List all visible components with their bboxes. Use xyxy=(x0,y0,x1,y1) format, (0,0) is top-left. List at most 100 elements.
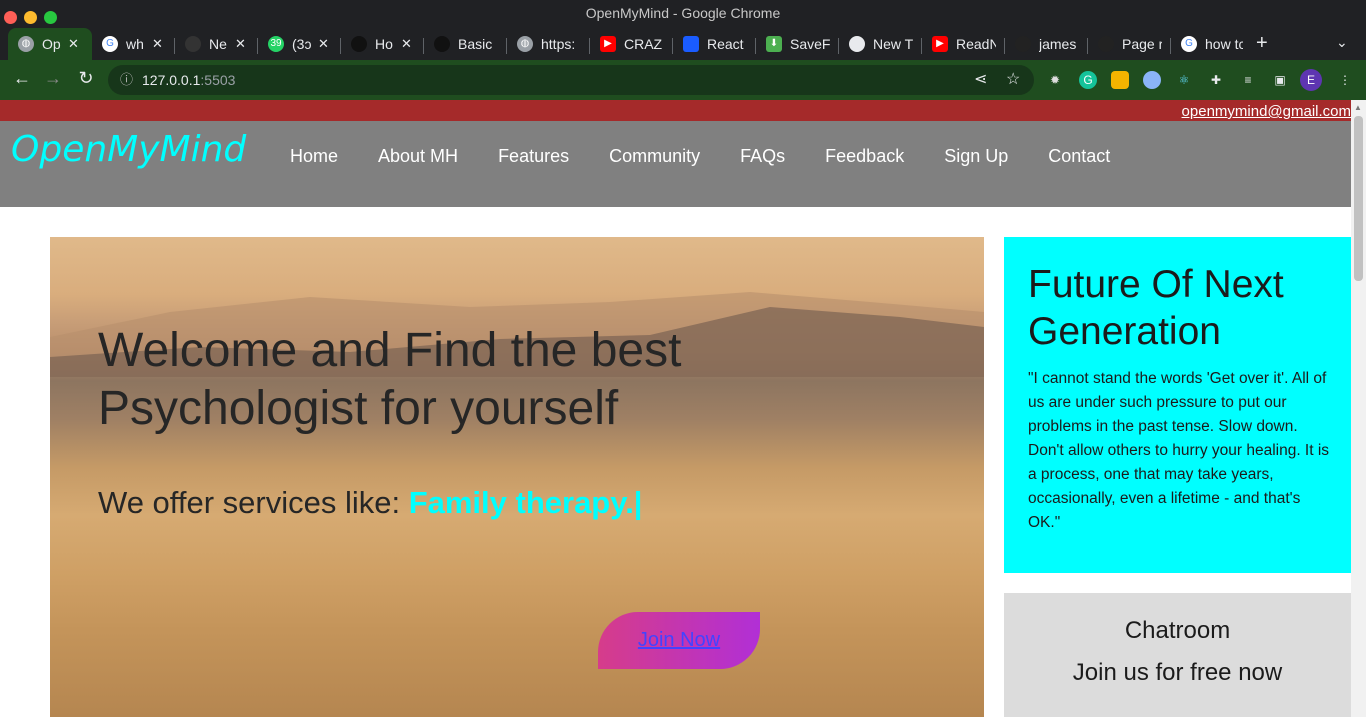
url-host: 127.0.0.1 xyxy=(142,72,201,88)
tab-openmymind[interactable]: ◍ Op ✕ xyxy=(8,28,92,60)
close-window-button[interactable] xyxy=(4,11,17,24)
browser-toolbar: ← → ↻ ⓘ 127.0.0.1:5503 ⋖ ☆ ✹ G ⚛ ✚ ≡ ▣ E… xyxy=(0,60,1366,100)
grammarly-icon[interactable]: G xyxy=(1079,71,1097,89)
close-icon[interactable]: ✕ xyxy=(235,36,246,52)
hero-heading: Welcome and Find the best Psychologist f… xyxy=(98,324,682,435)
services-typed-text: Family therapy.| xyxy=(408,485,643,520)
tab-item[interactable]: ◍ https: xyxy=(507,28,589,60)
chatroom-subtitle: Join us for free now xyxy=(1072,659,1283,686)
tab-label: SaveF xyxy=(790,36,830,52)
globe-icon: ◍ xyxy=(517,36,533,52)
tab-item[interactable]: Page r xyxy=(1088,28,1170,60)
download-icon: ⬇ xyxy=(766,36,782,52)
maximize-window-button[interactable] xyxy=(44,11,57,24)
email-link[interactable]: openmymind@gmail.com xyxy=(1182,103,1351,120)
extension-icon[interactable] xyxy=(1143,71,1161,89)
close-icon[interactable]: ✕ xyxy=(68,36,79,52)
tab-label: https: xyxy=(541,36,576,52)
info-icon[interactable]: ⓘ xyxy=(120,65,133,95)
nav-feedback[interactable]: Feedback xyxy=(825,146,904,167)
hero-banner: Welcome and Find the best Psychologist f… xyxy=(50,237,984,717)
side-panel-icon[interactable]: ▣ xyxy=(1271,71,1289,89)
new-tab-button[interactable]: + xyxy=(1256,32,1268,55)
site-icon xyxy=(683,36,699,52)
tab-label: Ho xyxy=(375,36,393,52)
tab-item[interactable]: james xyxy=(1005,28,1087,60)
hero-services: We offer services like: Family therapy.| xyxy=(98,485,642,521)
tab-label: ReadN xyxy=(956,36,996,52)
tab-item[interactable]: ▶ ReadN xyxy=(922,28,1004,60)
join-now-button[interactable]: Join Now xyxy=(598,612,760,669)
nav-community[interactable]: Community xyxy=(609,146,700,167)
join-now-link[interactable]: Join Now xyxy=(638,629,720,651)
close-icon[interactable]: ✕ xyxy=(401,36,412,52)
tab-item[interactable]: Basic xyxy=(424,28,506,60)
nav-home[interactable]: Home xyxy=(290,146,338,167)
share-icon[interactable]: ⋖ xyxy=(974,65,987,95)
back-icon[interactable]: ← xyxy=(10,68,34,89)
main-nav: Home About MH Features Community FAQs Fe… xyxy=(270,146,1130,167)
tab-item[interactable]: New T xyxy=(839,28,921,60)
chatroom-card[interactable]: Chatroom Join us for free now xyxy=(1004,593,1351,717)
tab-item[interactable]: ⬇ SaveF xyxy=(756,28,838,60)
github-icon xyxy=(1098,36,1114,52)
scroll-up-icon[interactable]: ▲ xyxy=(1354,103,1362,112)
globe-icon: ◍ xyxy=(18,36,34,52)
github-icon xyxy=(1015,36,1031,52)
nav-faqs[interactable]: FAQs xyxy=(740,146,785,167)
star-icon[interactable]: ☆ xyxy=(1006,65,1020,95)
window-titlebar: OpenMyMind - Google Chrome xyxy=(0,0,1366,26)
github-icon xyxy=(434,36,450,52)
avatar[interactable]: E xyxy=(1300,69,1322,91)
chatroom-title: Chatroom xyxy=(1124,617,1231,644)
tab-item[interactable]: Ne ✕ xyxy=(175,28,257,60)
future-title: Future Of Next Generation xyxy=(1028,263,1284,353)
minimize-window-button[interactable] xyxy=(24,11,37,24)
site-logo[interactable]: OpenMyMind xyxy=(11,129,246,170)
settings-extension-icon[interactable]: ✹ xyxy=(1046,71,1064,89)
forward-icon[interactable]: → xyxy=(41,68,65,89)
chevron-down-icon[interactable]: ⌄ xyxy=(1336,34,1348,51)
nav-features[interactable]: Features xyxy=(498,146,569,167)
tab-item[interactable]: React xyxy=(673,28,755,60)
menu-dots-icon[interactable]: ⋮ xyxy=(1336,71,1354,89)
color-extension-icon[interactable] xyxy=(1111,71,1129,89)
reload-icon[interactable]: ↻ xyxy=(74,68,98,89)
page-scrollbar[interactable]: ▲ xyxy=(1351,100,1366,717)
future-card: Future Of Next Generation "I cannot stan… xyxy=(1004,237,1351,573)
address-bar[interactable]: ⓘ 127.0.0.1:5503 ⋖ ☆ xyxy=(108,65,1034,95)
nav-about-mh[interactable]: About MH xyxy=(378,146,458,167)
react-devtools-icon[interactable]: ⚛ xyxy=(1175,71,1193,89)
close-icon[interactable]: ✕ xyxy=(152,36,163,52)
tab-item[interactable]: Gwh ✕ xyxy=(92,28,174,60)
tab-label: james xyxy=(1039,36,1077,52)
tab-label: wh xyxy=(126,36,144,52)
tab-label: how tc xyxy=(1205,36,1243,52)
google-icon: G xyxy=(102,36,118,52)
tab-label: Op xyxy=(42,36,61,52)
nav-sign-up[interactable]: Sign Up xyxy=(944,146,1008,167)
services-prefix: We offer services like: xyxy=(98,485,409,520)
url-port: :5503 xyxy=(200,72,236,88)
tab-label: Ne xyxy=(209,36,227,52)
tab-label: New T xyxy=(873,36,913,52)
close-icon[interactable]: ✕ xyxy=(318,36,329,52)
playlist-icon[interactable]: ≡ xyxy=(1239,71,1257,89)
google-icon: G xyxy=(1181,36,1197,52)
tab-item[interactable]: Ho ✕ xyxy=(341,28,423,60)
scrollbar-thumb[interactable] xyxy=(1354,116,1363,281)
puzzle-icon[interactable]: ✚ xyxy=(1207,71,1225,89)
github-icon xyxy=(185,36,201,52)
tab-item[interactable]: Ghow tc xyxy=(1171,28,1243,60)
youtube-icon: ▶ xyxy=(932,36,948,52)
site-header: OpenMyMind Home About MH Features Commun… xyxy=(0,121,1351,207)
tab-label: (3ɔ xyxy=(292,36,312,52)
nav-contact[interactable]: Contact xyxy=(1048,146,1110,167)
site-icon xyxy=(351,36,367,52)
tab-item[interactable]: ▶ CRAZ xyxy=(590,28,672,60)
future-quote: "I cannot stand the words 'Get over it'.… xyxy=(1028,370,1330,531)
tab-item[interactable]: 39 (3ɔ ✕ xyxy=(258,28,340,60)
tab-label: Basic xyxy=(458,36,493,52)
page-viewport: openmymind@gmail.com OpenMyMind Home Abo… xyxy=(0,100,1351,717)
youtube-icon: ▶ xyxy=(600,36,616,52)
